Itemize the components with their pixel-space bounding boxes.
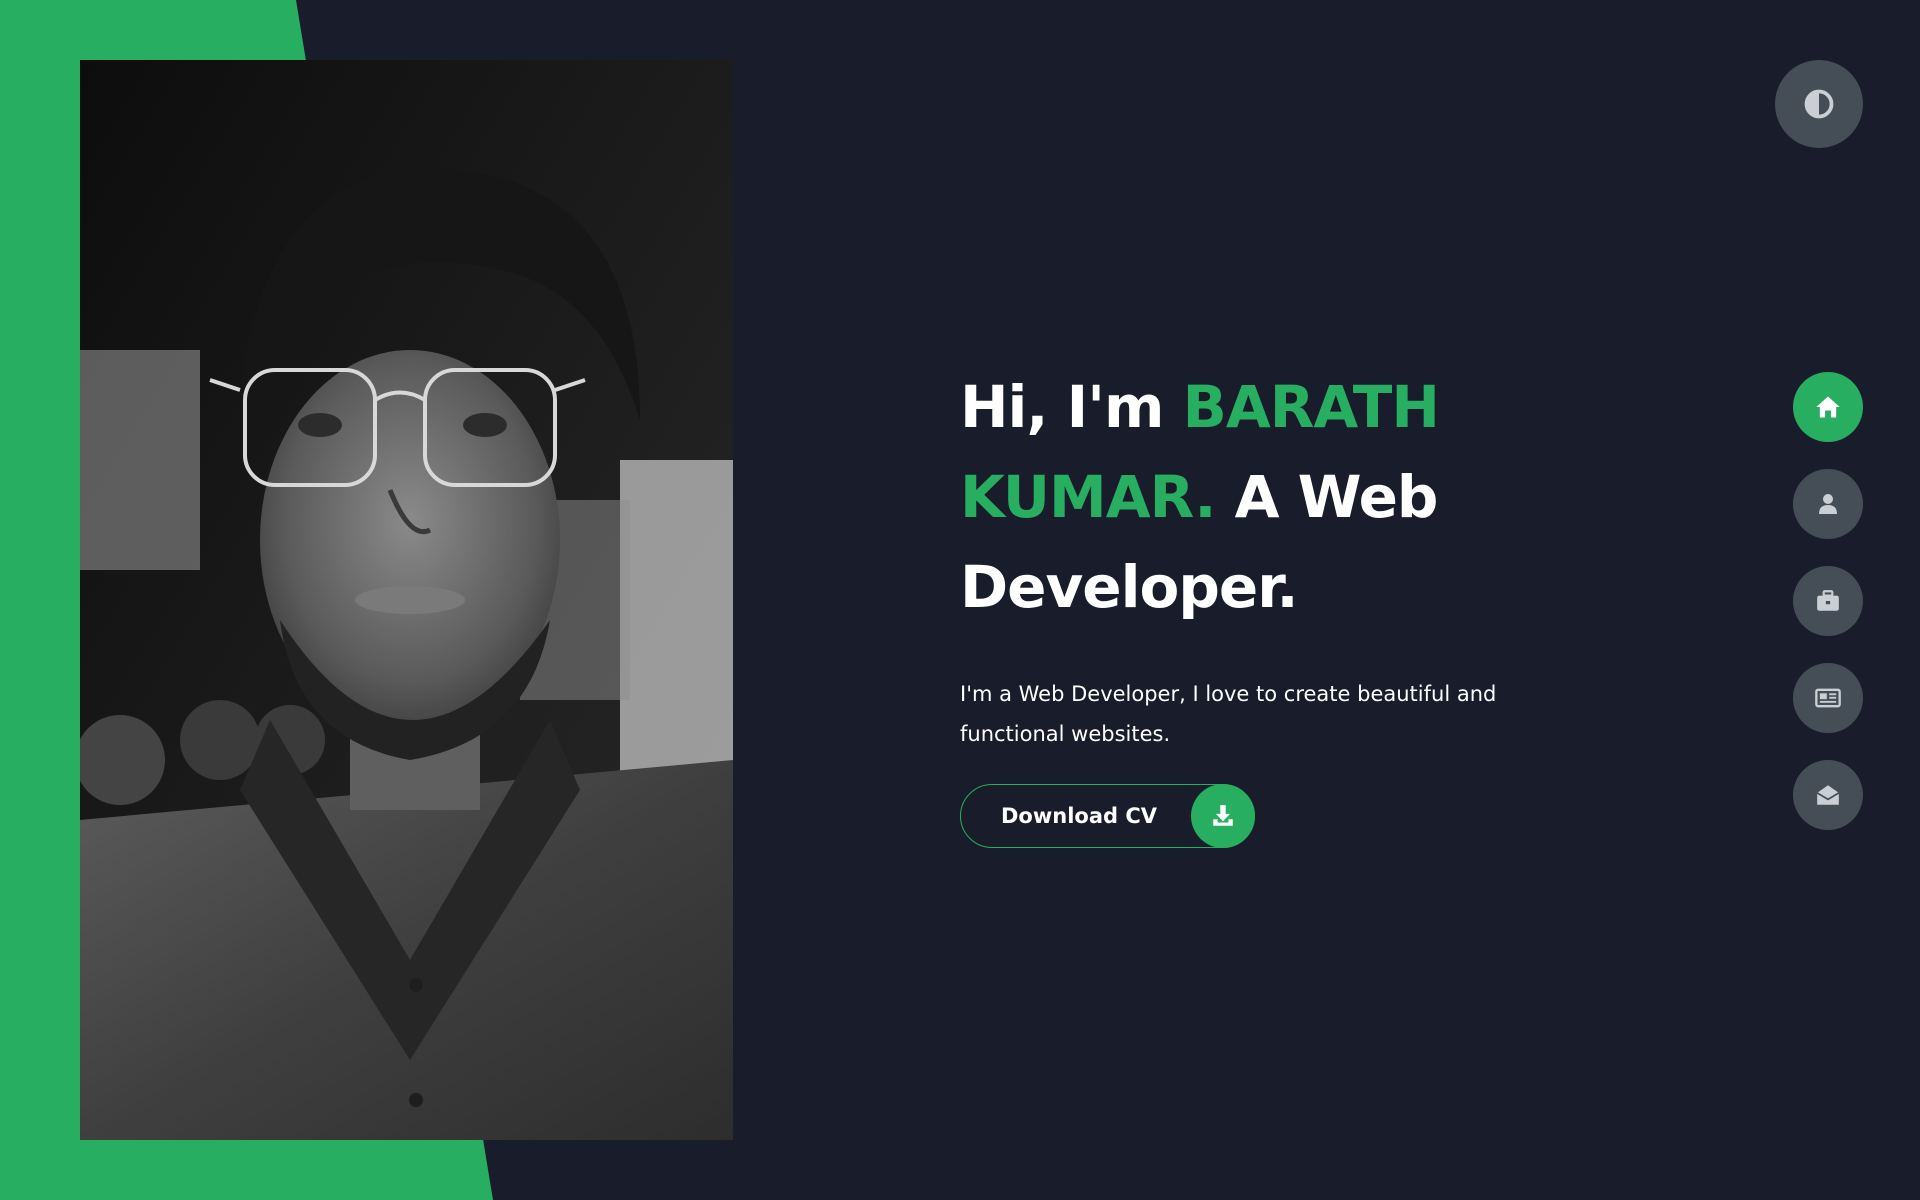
- nav-portfolio-button[interactable]: [1793, 566, 1863, 636]
- newspaper-icon: [1815, 688, 1841, 708]
- download-icon: [1191, 784, 1255, 848]
- hero-section: Hi, I'm BARATH KUMAR. A Web Developer. I…: [960, 362, 1580, 848]
- nav-blog-button[interactable]: [1793, 663, 1863, 733]
- nav-contact-button[interactable]: [1793, 760, 1863, 830]
- briefcase-icon: [1817, 590, 1839, 611]
- headline-greeting: Hi, I'm: [960, 373, 1183, 441]
- theme-toggle-button[interactable]: [1775, 60, 1863, 148]
- home-page: Hi, I'm BARATH KUMAR. A Web Developer. I…: [0, 0, 1920, 1200]
- nav-about-button[interactable]: [1793, 469, 1863, 539]
- user-icon: [1819, 494, 1837, 514]
- contrast-icon: [1804, 89, 1834, 119]
- download-icon-glyph: [1213, 805, 1233, 826]
- side-navigation: [1793, 372, 1863, 857]
- home-icon: [1816, 396, 1840, 418]
- download-cv-button[interactable]: Download CV: [960, 784, 1255, 848]
- profile-photo-illustration: [80, 60, 733, 1140]
- hero-intro-text: I'm a Web Developer, I love to create be…: [960, 682, 1497, 746]
- envelope-open-icon: [1816, 785, 1840, 805]
- profile-photo: [80, 60, 733, 1140]
- download-cv-label: Download CV: [1001, 804, 1158, 828]
- hero-headline: Hi, I'm BARATH KUMAR. A Web Developer.: [960, 362, 1580, 632]
- nav-home-button[interactable]: [1793, 372, 1863, 442]
